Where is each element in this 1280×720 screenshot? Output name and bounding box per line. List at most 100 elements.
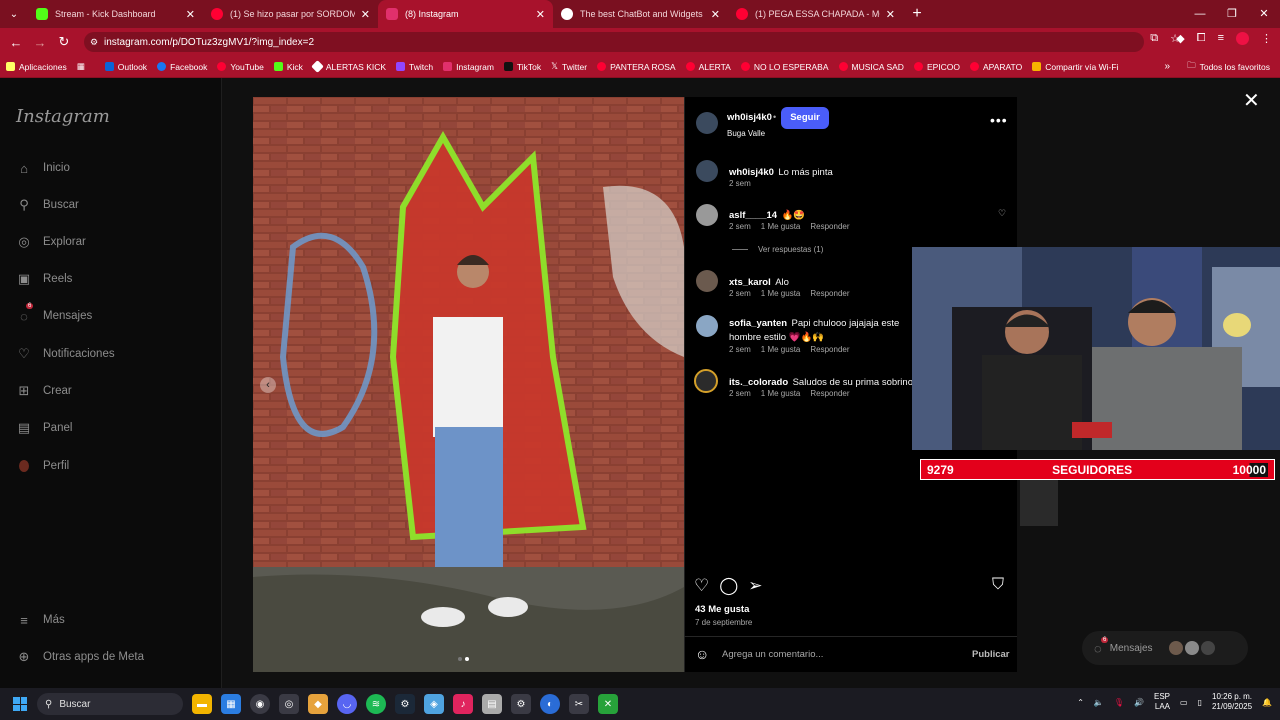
emoji-icon[interactable]: ☺	[695, 646, 709, 662]
taskbar-search[interactable]: ⚲ Buscar	[37, 693, 183, 715]
comment-input[interactable]: Agrega un comentario...	[722, 649, 823, 660]
reload-icon[interactable]: ↻	[52, 34, 76, 50]
sidebar-item-mas[interactable]: ≡ Más	[16, 612, 65, 628]
view-replies[interactable]: Ver respuestas (1)	[732, 245, 823, 254]
instagram-logo[interactable]: Instagram	[16, 106, 110, 127]
new-tab-icon[interactable]: +	[903, 5, 931, 23]
kebab-menu-icon[interactable]: ⋮	[1261, 32, 1272, 45]
site-info-icon[interactable]: ⚙	[90, 37, 98, 48]
close-icon[interactable]: ✕	[1243, 88, 1260, 113]
bookmark-item[interactable]: Twitch	[396, 62, 433, 72]
bookmark-item[interactable]: MUSICA SAD	[838, 62, 904, 72]
language-indicator[interactable]: ESP LAA	[1154, 692, 1170, 712]
chevron-up-icon[interactable]: ⌃	[1077, 698, 1084, 707]
caption-avatar[interactable]	[696, 160, 718, 182]
close-icon[interactable]: ✕	[361, 8, 370, 21]
follow-button[interactable]: Seguir	[781, 107, 829, 129]
bookmark-item[interactable]: Outlook	[104, 62, 147, 72]
minimize-icon[interactable]: —	[1184, 0, 1216, 28]
media-icon[interactable]: ≡	[1218, 32, 1224, 45]
sidebar-item-inicio[interactable]: ⌂ Inicio	[16, 160, 70, 176]
bookmark-item[interactable]: 𝕏 Twitter	[551, 61, 587, 72]
sidebar-item-notificaciones[interactable]: ♡ Notificaciones	[16, 346, 114, 362]
tab-search-icon[interactable]: ⌄	[0, 0, 28, 28]
back-icon[interactable]: ←	[4, 35, 28, 50]
profile-avatar-icon[interactable]	[1236, 32, 1249, 45]
close-icon[interactable]: ✕	[711, 8, 720, 21]
capcut-icon[interactable]: ✂	[569, 694, 589, 714]
tab-youtube-2[interactable]: (1) PEGA ESSA CHAPADA - MC ✕	[728, 0, 903, 28]
notepad-icon[interactable]: ▤	[482, 694, 502, 714]
author-username[interactable]: wh0isj4k0	[727, 112, 772, 123]
bookmark-save-icon[interactable]: ⛉	[992, 576, 1004, 594]
post-photo[interactable]	[253, 97, 684, 672]
network-icon[interactable]: ▭	[1180, 698, 1188, 707]
close-icon[interactable]: ✕	[186, 8, 195, 21]
comment-avatar[interactable]	[696, 204, 718, 226]
sidebar-item-crear[interactable]: ⊞ Crear	[16, 383, 72, 399]
speaker-icon[interactable]: 🔈	[1094, 698, 1104, 707]
volume-icon[interactable]: 🔊	[1134, 698, 1144, 707]
restore-icon[interactable]: ❐	[1216, 0, 1248, 28]
bookmark-item[interactable]: Kick	[273, 62, 303, 72]
puzzle-icon[interactable]: ⧠	[1197, 32, 1206, 45]
comment-avatar[interactable]	[696, 270, 718, 292]
bookmark-item[interactable]: ALERTAS KICK	[311, 60, 386, 73]
close-icon[interactable]: ✕	[886, 8, 895, 21]
like-comment-icon[interactable]: ♡	[998, 208, 1006, 219]
close-icon[interactable]: ✕	[536, 8, 545, 21]
chrome-icon[interactable]: ◉	[250, 694, 270, 714]
bookmark-item[interactable]: Compartir vía Wi-Fi	[1032, 62, 1118, 72]
comment-avatar-story[interactable]	[694, 369, 718, 393]
settings-icon[interactable]: ⚙	[511, 694, 531, 714]
bookmark-item[interactable]: Instagram	[443, 62, 494, 72]
sidebar-item-panel[interactable]: ▤ Panel	[16, 420, 73, 436]
notification-bell-icon[interactable]: 🔔	[1262, 698, 1272, 707]
extension-icon[interactable]: ◆	[1176, 32, 1184, 45]
bookmark-item[interactable]: ALERTA	[685, 62, 731, 72]
bookmark-item[interactable]: ▦	[77, 61, 95, 72]
comment-avatar[interactable]	[696, 315, 718, 337]
sidebar-item-meta-apps[interactable]: ⊕ Otras apps de Meta	[16, 649, 144, 665]
discord-icon[interactable]: ◡	[337, 694, 357, 714]
like-heart-icon[interactable]: ♡	[694, 576, 709, 596]
app-icon[interactable]: ◈	[424, 694, 444, 714]
bookmark-item[interactable]: EPICOO	[913, 62, 960, 72]
install-icon[interactable]: ⧉	[1150, 32, 1158, 45]
spotify-icon[interactable]: ≋	[366, 694, 386, 714]
window-close-icon[interactable]: ✕	[1248, 0, 1280, 28]
tab-youtube-1[interactable]: (1) Se hizo pasar por SORDOMU ✕	[203, 0, 378, 28]
file-explorer-icon[interactable]: ▬	[192, 694, 212, 714]
app-icon[interactable]: ◐	[540, 694, 560, 714]
steam-icon[interactable]: ⚙	[395, 694, 415, 714]
clock[interactable]: 10:26 p. m. 21/09/2025	[1212, 692, 1252, 712]
sidebar-item-explorar[interactable]: ◎ Explorar	[16, 234, 86, 250]
all-bookmarks[interactable]: 🗀 Todos los favoritos	[1187, 60, 1270, 74]
store-icon[interactable]: ▦	[221, 694, 241, 714]
messages-floating-button[interactable]: ◌ 6 Mensajes	[1082, 631, 1248, 665]
bookmark-item[interactable]: PANTERA ROSA	[597, 62, 676, 72]
author-avatar[interactable]	[696, 112, 718, 134]
previous-image-icon[interactable]: ‹	[260, 377, 276, 393]
microphone-icon[interactable]: 🎙	[1114, 698, 1124, 707]
forward-icon[interactable]: →	[28, 35, 52, 50]
tiktok-live-icon[interactable]: ♪	[453, 694, 473, 714]
likes-count[interactable]: 43 Me gusta	[695, 604, 749, 615]
bookmark-item[interactable]: NO LO ESPERABA	[740, 62, 829, 72]
bookmarks-overflow-icon[interactable]: »	[1164, 61, 1170, 72]
sidebar-item-buscar[interactable]: ⚲ Buscar	[16, 197, 79, 213]
sidebar-item-reels[interactable]: ▣ Reels	[16, 271, 73, 287]
bookmark-item[interactable]: Aplicaciones	[6, 62, 67, 72]
bookmark-item[interactable]: TikTok	[503, 62, 541, 72]
tab-instagram[interactable]: (8) Instagram ✕	[378, 0, 553, 28]
publish-button[interactable]: Publicar	[972, 649, 1010, 660]
tab-kick-dashboard[interactable]: Stream - Kick Dashboard ✕	[28, 0, 203, 28]
app-icon[interactable]: ◆	[308, 694, 328, 714]
bookmark-item[interactable]: Facebook	[157, 62, 207, 72]
battery-icon[interactable]: ▯	[1198, 698, 1202, 707]
sidebar-item-mensajes[interactable]: ◌ 6 Mensajes	[16, 303, 92, 324]
post-location[interactable]: Buga Valle	[727, 129, 765, 138]
more-options-icon[interactable]: •••	[990, 112, 1008, 128]
comment-bubble-icon[interactable]: ◯	[719, 576, 738, 596]
bookmark-item[interactable]: APARATO	[970, 62, 1022, 72]
